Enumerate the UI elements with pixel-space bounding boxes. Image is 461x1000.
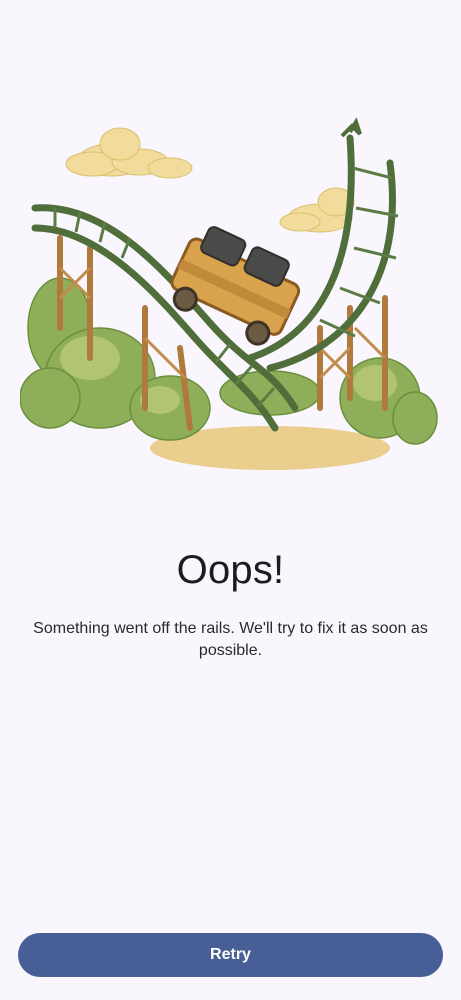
error-message: Something went off the rails. We'll try … bbox=[33, 620, 428, 659]
broken-roller-coaster-illustration bbox=[20, 108, 440, 480]
retry-button[interactable]: Retry bbox=[18, 933, 443, 977]
page-title: Oops! bbox=[176, 548, 285, 592]
roller-coaster-icon bbox=[20, 117, 438, 470]
